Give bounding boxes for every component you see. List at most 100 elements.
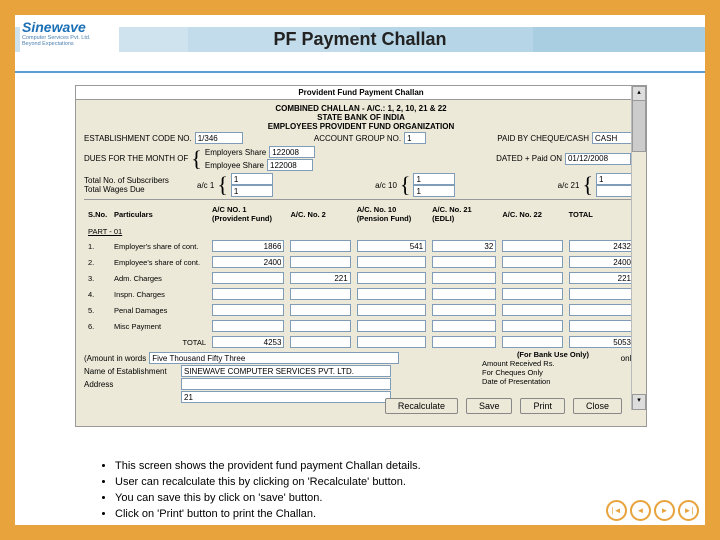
brace-icon: { — [217, 178, 228, 192]
vertical-scrollbar[interactable]: ▴ ▾ — [631, 86, 646, 410]
scroll-thumb[interactable] — [632, 100, 646, 152]
ac1-wage-input[interactable] — [231, 185, 273, 197]
amount-words-input[interactable] — [149, 352, 399, 364]
cell-ac22-input[interactable] — [502, 272, 562, 284]
cell-ac1-input[interactable] — [212, 272, 284, 284]
cell-total-input[interactable] — [569, 304, 634, 316]
address-label: Address — [84, 380, 178, 389]
cell-ac21-input[interactable] — [432, 320, 496, 332]
brace-icon: { — [582, 178, 593, 192]
brace-icon: { — [191, 152, 202, 166]
total-total-input[interactable] — [569, 336, 634, 348]
col-ac10: A/C. No. 10 — [357, 205, 426, 214]
nav-last-button[interactable]: ►| — [678, 500, 699, 521]
cell-ac2-input[interactable] — [290, 256, 350, 268]
table-row: 2.Employee's share of cont. — [86, 255, 636, 269]
total-ac2-input[interactable] — [290, 336, 350, 348]
employer-share-input[interactable] — [269, 146, 315, 158]
cell-ac21-input[interactable] — [432, 272, 496, 284]
table-row: 5.Penal Damages — [86, 303, 636, 317]
col-total: TOTAL — [567, 204, 636, 224]
cell-ac1-input[interactable] — [212, 240, 284, 252]
wages-label: Total Wages Due — [84, 185, 194, 194]
cell-ac1-input[interactable] — [212, 320, 284, 332]
cell-total-input[interactable] — [569, 256, 634, 268]
cell-ac21-input[interactable] — [432, 288, 496, 300]
emp-share-label: Employee Share — [205, 161, 264, 170]
words-label: (Amount in words — [84, 354, 146, 363]
heading3: EMPLOYEES PROVIDENT FUND ORGANIZATION — [84, 122, 638, 131]
total-ac21-input[interactable] — [432, 336, 496, 348]
nav-prev-button[interactable]: ◄ — [630, 500, 651, 521]
cell-ac1-input[interactable] — [212, 288, 284, 300]
total-ac22-input[interactable] — [502, 336, 562, 348]
cell-ac10-input[interactable] — [357, 240, 426, 252]
cell-ac1-input[interactable] — [212, 256, 284, 268]
challan-table: S.No. Particulars A/C NO. 1(Provident Fu… — [84, 202, 638, 351]
save-button[interactable]: Save — [466, 398, 513, 414]
cell-total-input[interactable] — [569, 288, 634, 300]
cell-ac22-input[interactable] — [502, 240, 562, 252]
print-button[interactable]: Print — [520, 398, 565, 414]
name-est-input[interactable] — [181, 365, 391, 377]
app-window: Provident Fund Payment Challan COMBINED … — [75, 85, 647, 427]
cell-ac10-input[interactable] — [357, 304, 426, 316]
total-ac10-input[interactable] — [357, 336, 426, 348]
ac1-sub-input[interactable] — [231, 173, 273, 185]
part-header: PART - 01 — [86, 226, 636, 237]
table-row: 6.Misc Payment — [86, 319, 636, 333]
cell-ac2-input[interactable] — [290, 272, 350, 284]
ac10-sub-input[interactable] — [413, 173, 455, 185]
close-button[interactable]: Close — [573, 398, 622, 414]
cell-ac22-input[interactable] — [502, 288, 562, 300]
cell-ac2-input[interactable] — [290, 304, 350, 316]
est-code-label: ESTABLISHMENT CODE NO. — [84, 134, 192, 143]
cell-ac21-input[interactable] — [432, 256, 496, 268]
name-est-label: Name of Establishment — [84, 367, 178, 376]
month-label: DUES FOR THE MONTH OF — [84, 154, 188, 163]
cell-ac2-input[interactable] — [290, 288, 350, 300]
address2-input[interactable] — [181, 391, 391, 403]
cell-total-input[interactable] — [569, 240, 634, 252]
cell-ac21-input[interactable] — [432, 240, 496, 252]
col-ac21: A/C. No. 21 — [432, 205, 496, 214]
dated-on-label: DATED + Paid ON — [496, 154, 562, 163]
est-code-input[interactable] — [195, 132, 243, 144]
col-ac22: A/C. No. 22 — [500, 204, 564, 224]
cell-ac2-input[interactable] — [290, 320, 350, 332]
cell-ac10-input[interactable] — [357, 256, 426, 268]
brace-icon: { — [400, 178, 411, 192]
cell-ac10-input[interactable] — [357, 288, 426, 300]
ac21-label: a/c 21 — [558, 181, 580, 190]
col-particulars: Particulars — [112, 204, 208, 224]
table-row: 4.Inspn. Charges — [86, 287, 636, 301]
employee-share-input[interactable] — [267, 159, 313, 171]
nav-next-button[interactable]: ► — [654, 500, 675, 521]
account-group-input[interactable] — [404, 132, 426, 144]
scroll-down-icon[interactable]: ▾ — [632, 394, 646, 410]
cell-total-input[interactable] — [569, 272, 634, 284]
cell-total-input[interactable] — [569, 320, 634, 332]
ac1-label: a/c 1 — [197, 181, 214, 190]
ac10-wage-input[interactable] — [413, 185, 455, 197]
cell-ac22-input[interactable] — [502, 304, 562, 316]
paid-by-label: PAID BY CHEQUE/CASH — [497, 134, 589, 143]
nav-first-button[interactable]: |◄ — [606, 500, 627, 521]
bank-use-box: (For Bank Use Only) Amount Received Rs. … — [482, 350, 624, 386]
bullet-item: You can save this by click on 'save' but… — [115, 490, 421, 506]
cell-ac1-input[interactable] — [212, 304, 284, 316]
col-ac2: A/C. No. 2 — [288, 204, 352, 224]
col-ac1: A/C NO. 1 — [212, 205, 284, 214]
cell-ac10-input[interactable] — [357, 320, 426, 332]
cell-ac22-input[interactable] — [502, 320, 562, 332]
cell-ac22-input[interactable] — [502, 256, 562, 268]
divider — [84, 199, 638, 200]
recalculate-button[interactable]: Recalculate — [385, 398, 458, 414]
cell-ac21-input[interactable] — [432, 304, 496, 316]
dated-on-input[interactable] — [565, 153, 631, 165]
cell-ac10-input[interactable] — [357, 272, 426, 284]
slide-nav: |◄ ◄ ► ►| — [606, 500, 699, 521]
cell-ac2-input[interactable] — [290, 240, 350, 252]
total-ac1-input[interactable] — [212, 336, 284, 348]
address-input[interactable] — [181, 378, 391, 390]
